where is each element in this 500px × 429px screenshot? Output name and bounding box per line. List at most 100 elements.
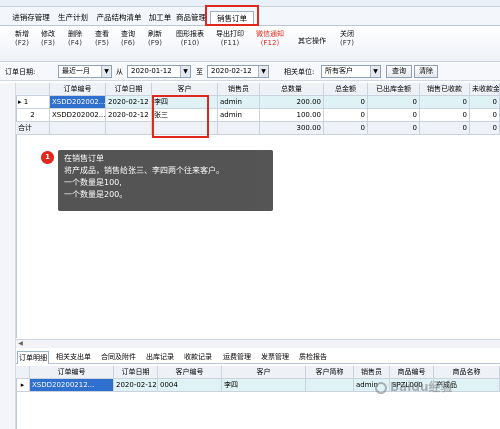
column-header[interactable]: 订单编号: [30, 366, 114, 379]
unpaid-cell[interactable]: 0: [470, 96, 500, 109]
column-header[interactable]: 订单编号: [50, 83, 106, 96]
customer-no-cell[interactable]: 0004: [158, 379, 222, 392]
filter-bar: 订单日期: 最近一月 ▼ 从 2020-01-12 ▼ 至 2020-02-12 ▼ …: [0, 63, 500, 81]
delete-button[interactable]: 删除 (F4): [62, 30, 88, 60]
salesperson-cell[interactable]: admin: [218, 109, 260, 122]
column-header[interactable]: 总数量: [260, 83, 324, 96]
column-header[interactable]: 客户编号: [158, 366, 222, 379]
scroll-left-icon[interactable]: ◀: [16, 340, 25, 348]
tab-related-expenses[interactable]: 相关支出单: [56, 351, 91, 364]
order-date-cell[interactable]: 2020-02-12: [114, 379, 158, 392]
highlight-box-sales-order-tab: [205, 5, 259, 26]
left-gutter: [0, 83, 16, 429]
order-no-cell[interactable]: XSDD20200212...: [30, 379, 114, 392]
tab-order-details[interactable]: 订单明细: [17, 351, 49, 364]
calendar-dropdown-icon: ▼: [180, 66, 190, 77]
horizontal-scrollbar[interactable]: ◀: [16, 339, 500, 348]
related-unit-select[interactable]: 所有客户 ▼: [321, 65, 381, 78]
filter-query-button[interactable]: 查询: [386, 65, 412, 78]
callout-line: 在销售订单: [64, 154, 104, 163]
column-header[interactable]: 订单日期: [106, 83, 152, 96]
query-button[interactable]: 查询 (F6): [115, 30, 141, 60]
from-date-input[interactable]: 2020-01-12 ▼: [127, 65, 191, 78]
tab-production-plan[interactable]: 生产计划: [55, 11, 91, 26]
chart-report-button[interactable]: 图形报表 (F10): [172, 30, 208, 60]
to-date-input[interactable]: 2020-02-12 ▼: [207, 65, 269, 78]
customer-cell[interactable]: 李四: [222, 379, 306, 392]
calendar-dropdown-icon: ▼: [258, 66, 268, 77]
chevron-down-icon: ▼: [101, 66, 111, 77]
qty-cell[interactable]: 200.00: [260, 96, 324, 109]
order-no-cell[interactable]: XSDD202002...: [50, 109, 106, 122]
amount-cell[interactable]: 0: [324, 96, 368, 109]
tab-freight-management[interactable]: 运费管理: [223, 351, 251, 364]
tab-outbound-records[interactable]: 出库记录: [146, 351, 174, 364]
row-index: ▸ 1: [16, 96, 50, 109]
edit-button[interactable]: 修改 (F3): [35, 30, 61, 60]
row-indicator-header: [16, 366, 30, 379]
column-header[interactable]: 销售员: [218, 83, 260, 96]
tab-inventory-management[interactable]: 进销存管理: [8, 11, 54, 26]
column-header[interactable]: 订单日期: [114, 366, 158, 379]
order-date-cell[interactable]: 2020-02-12: [106, 96, 152, 109]
close-button[interactable]: 关闭 (F7): [334, 30, 360, 60]
total-received: 0: [420, 122, 470, 135]
tab-invoice-management[interactable]: 发票管理: [261, 351, 289, 364]
total-qty: 300.00: [260, 122, 324, 135]
shipped-cell[interactable]: 0: [368, 109, 420, 122]
qty-cell[interactable]: 100.00: [260, 109, 324, 122]
amount-cell[interactable]: 0: [324, 109, 368, 122]
unpaid-cell[interactable]: 0: [470, 109, 500, 122]
received-cell[interactable]: 0: [420, 96, 470, 109]
tab-work-order[interactable]: 加工单: [147, 11, 173, 26]
tab-product-management[interactable]: 商品管理: [174, 11, 208, 26]
watermark: Baidu经验: [375, 378, 453, 395]
chevron-down-icon: ▼: [370, 66, 380, 77]
from-label: 从: [116, 68, 123, 76]
row-index: 2: [16, 109, 50, 122]
tab-contract-attachments[interactable]: 合同及附件: [101, 351, 136, 364]
row-indicator-header: [16, 83, 50, 96]
column-header[interactable]: 客户: [222, 366, 306, 379]
tab-quality-reports[interactable]: 质检报告: [299, 351, 327, 364]
table-row[interactable]: ▸ 1 XSDD202002... 2020-02-12 李四 admin 20…: [16, 96, 500, 109]
wechat-notify-button[interactable]: 微信通知 (F12): [252, 30, 288, 60]
column-header[interactable]: 销售已收款: [420, 83, 470, 96]
total-blank: [218, 122, 260, 135]
shipped-cell[interactable]: 0: [368, 96, 420, 109]
order-date-cell[interactable]: 2020-02-12: [106, 109, 152, 122]
total-amount: 0: [324, 122, 368, 135]
related-unit-label: 相关单位:: [284, 68, 315, 76]
annotation-callout: 在销售订单 将产成品，销售给张三、李四两个往来客户。 一个数量是100, 一个数…: [58, 150, 273, 211]
filter-clear-button[interactable]: 清除: [414, 65, 438, 78]
totals-row: 合计 300.00 0 0 0 0: [16, 122, 500, 135]
column-header[interactable]: 未收款金: [470, 83, 500, 96]
highlight-box-customer-column: [152, 95, 209, 138]
view-button[interactable]: 查看 (F5): [89, 30, 115, 60]
period-select[interactable]: 最近一月 ▼: [58, 65, 112, 78]
order-no-cell[interactable]: XSDD202002...: [50, 96, 106, 109]
total-unpaid: 0: [470, 122, 500, 135]
export-print-button[interactable]: 导出打印 (F11): [212, 30, 248, 60]
salesperson-cell[interactable]: admin: [218, 96, 260, 109]
to-label: 至: [196, 68, 203, 76]
column-header[interactable]: 总金额: [324, 83, 368, 96]
column-header[interactable]: 客户简称: [306, 366, 354, 379]
table-row[interactable]: 2 XSDD202002... 2020-02-12 张三 admin 100.…: [16, 109, 500, 122]
current-row-arrow-icon: ▸: [16, 379, 30, 392]
detail-tab-bar: 订单明细 相关支出单 合同及附件 出库记录 收款记录 运费管理 发票管理 质检报…: [16, 351, 500, 364]
total-blank: [106, 122, 152, 135]
total-blank: [50, 122, 106, 135]
received-cell[interactable]: 0: [420, 109, 470, 122]
orders-grid-header: 订单编号 订单日期 客户 销售员 总数量 总金额 已出库金额 销售已收款 未收款…: [16, 83, 500, 96]
tab-payment-records[interactable]: 收款记录: [184, 351, 212, 364]
new-button[interactable]: 新增 (F2): [9, 30, 35, 60]
step-badge: 1: [41, 151, 54, 164]
customer-short-cell[interactable]: [306, 379, 354, 392]
toolbar: 新增 (F2) 修改 (F3) 删除 (F4) 查看 (F5) 查询 (F6) 刷新 (F9…: [0, 27, 500, 62]
total-shipped: 0: [368, 122, 420, 135]
refresh-button[interactable]: 刷新 (F9): [142, 30, 168, 60]
total-label: 合计: [16, 122, 50, 135]
tab-bom[interactable]: 产品结构清单: [92, 11, 146, 26]
column-header[interactable]: 已出库金额: [368, 83, 420, 96]
